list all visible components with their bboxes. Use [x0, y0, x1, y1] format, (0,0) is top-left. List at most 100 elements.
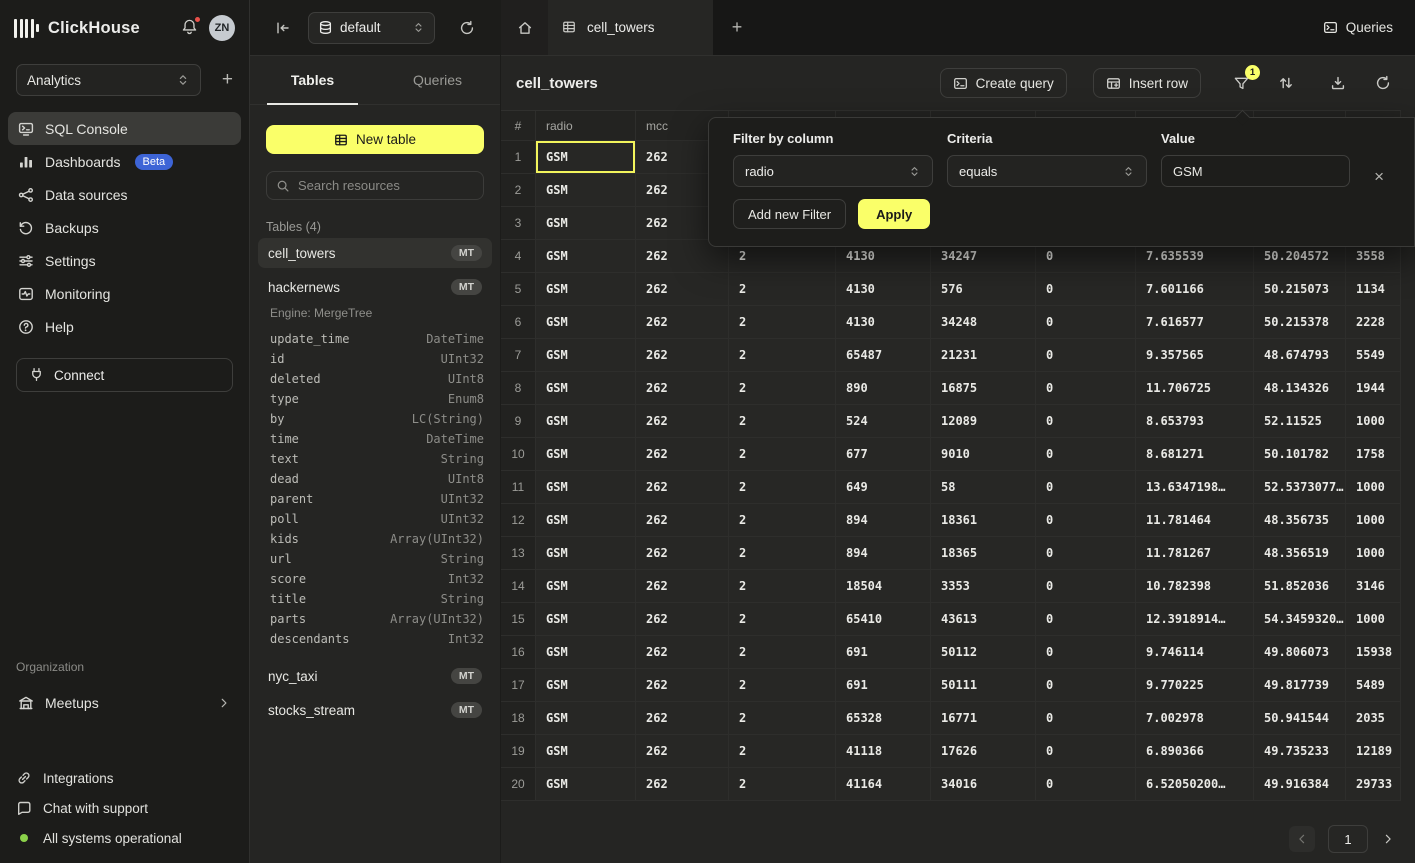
table-item-cell-towers[interactable]: cell_towers MT	[258, 238, 492, 268]
previous-page-button[interactable]	[1289, 826, 1315, 852]
table-cell[interactable]: 2	[729, 537, 836, 570]
table-cell[interactable]: GSM	[536, 537, 636, 570]
table-cell[interactable]: 48.674793	[1254, 339, 1346, 372]
table-cell[interactable]: 11.781267	[1136, 537, 1254, 570]
table-cell[interactable]: 677	[836, 438, 931, 471]
table-cell[interactable]: 1000	[1346, 405, 1401, 438]
table-cell[interactable]: 1000	[1346, 471, 1401, 504]
collapse-sidebar-icon[interactable]	[275, 20, 291, 36]
table-cell[interactable]: 0	[1036, 471, 1136, 504]
table-cell[interactable]: 2	[729, 702, 836, 735]
table-cell[interactable]: 13.6347198…	[1136, 471, 1254, 504]
table-cell[interactable]: 0	[1036, 405, 1136, 438]
table-cell[interactable]: 50.101782	[1254, 438, 1346, 471]
table-cell[interactable]: 0	[1036, 372, 1136, 405]
current-page[interactable]: 1	[1328, 825, 1368, 853]
table-cell[interactable]: 2	[729, 570, 836, 603]
table-cell[interactable]: GSM	[536, 339, 636, 372]
table-cell[interactable]: 649	[836, 471, 931, 504]
table-cell[interactable]: 2	[729, 735, 836, 768]
table-item-nyc-taxi[interactable]: nyc_taxi MT	[258, 661, 492, 691]
new-tab-button[interactable]: +	[713, 0, 761, 55]
table-cell[interactable]: 262	[636, 306, 729, 339]
table-cell[interactable]: 0	[1036, 306, 1136, 339]
table-cell[interactable]: 34016	[931, 768, 1036, 801]
table-cell[interactable]: 9.770225	[1136, 669, 1254, 702]
table-cell[interactable]: GSM	[536, 174, 636, 207]
table-cell[interactable]: 0	[1036, 339, 1136, 372]
table-cell[interactable]: 65328	[836, 702, 931, 735]
sidebar-item-backups[interactable]: Backups	[8, 211, 241, 244]
table-cell[interactable]: 15938	[1346, 636, 1401, 669]
table-cell[interactable]: GSM	[536, 141, 636, 174]
table-cell[interactable]: 4130	[836, 273, 931, 306]
table-cell[interactable]: 0	[1036, 537, 1136, 570]
database-selector[interactable]: default	[308, 12, 435, 44]
tab-tables[interactable]: Tables	[250, 56, 375, 104]
table-cell[interactable]: 262	[636, 702, 729, 735]
workspace-selector[interactable]: Analytics	[16, 64, 201, 96]
table-cell[interactable]: 50111	[931, 669, 1036, 702]
table-cell[interactable]: 0	[1036, 735, 1136, 768]
table-cell[interactable]: 0	[1036, 438, 1136, 471]
table-cell[interactable]: 65487	[836, 339, 931, 372]
table-cell[interactable]: GSM	[536, 669, 636, 702]
table-cell[interactable]: 2035	[1346, 702, 1401, 735]
table-cell[interactable]: 6.52050200…	[1136, 768, 1254, 801]
table-cell[interactable]: GSM	[536, 372, 636, 405]
footer-item-integrations[interactable]: Integrations	[16, 763, 233, 793]
table-cell[interactable]: 12089	[931, 405, 1036, 438]
table-cell[interactable]: 7.002978	[1136, 702, 1254, 735]
search-input[interactable]	[298, 178, 474, 193]
table-cell[interactable]: 12189	[1346, 735, 1401, 768]
table-cell[interactable]: 262	[636, 471, 729, 504]
table-item-hackernews[interactable]: hackernews MT	[258, 272, 492, 302]
table-cell[interactable]: 262	[636, 273, 729, 306]
table-cell[interactable]: GSM	[536, 768, 636, 801]
new-table-button[interactable]: New table	[266, 125, 484, 154]
table-cell[interactable]: 691	[836, 636, 931, 669]
table-cell[interactable]: 49.817739	[1254, 669, 1346, 702]
table-cell[interactable]: 6.890366	[1136, 735, 1254, 768]
refresh-icon[interactable]	[459, 20, 475, 36]
table-cell[interactable]: 262	[636, 438, 729, 471]
table-cell[interactable]: 1944	[1346, 372, 1401, 405]
table-cell[interactable]: 262	[636, 372, 729, 405]
tab-cell-towers[interactable]: cell_towers	[548, 0, 713, 55]
table-cell[interactable]: 262	[636, 669, 729, 702]
table-cell[interactable]: 18365	[931, 537, 1036, 570]
table-cell[interactable]: 0	[1036, 768, 1136, 801]
table-cell[interactable]: 262	[636, 339, 729, 372]
table-cell[interactable]: 2	[729, 768, 836, 801]
table-cell[interactable]: GSM	[536, 240, 636, 273]
table-cell[interactable]: 2	[729, 636, 836, 669]
table-cell[interactable]: GSM	[536, 273, 636, 306]
sidebar-item-data-sources[interactable]: Data sources	[8, 178, 241, 211]
table-cell[interactable]: 8.681271	[1136, 438, 1254, 471]
table-cell[interactable]: 576	[931, 273, 1036, 306]
sidebar-item-monitoring[interactable]: Monitoring	[8, 277, 241, 310]
table-cell[interactable]: 2	[729, 306, 836, 339]
insert-row-button[interactable]: Insert row	[1093, 68, 1201, 98]
table-cell[interactable]: 2228	[1346, 306, 1401, 339]
table-cell[interactable]: 0	[1036, 273, 1136, 306]
table-cell[interactable]: 16875	[931, 372, 1036, 405]
table-cell[interactable]: 1134	[1346, 273, 1401, 306]
table-cell[interactable]: 262	[636, 768, 729, 801]
table-cell[interactable]: GSM	[536, 306, 636, 339]
add-filter-button[interactable]: Add new Filter	[733, 199, 846, 229]
apply-filter-button[interactable]: Apply	[858, 199, 930, 229]
table-cell[interactable]: 43613	[931, 603, 1036, 636]
table-cell[interactable]: 262	[636, 405, 729, 438]
table-cell[interactable]: 50.941544	[1254, 702, 1346, 735]
connect-button[interactable]: Connect	[16, 358, 233, 392]
add-workspace-button[interactable]: +	[222, 69, 233, 91]
next-page-button[interactable]	[1381, 832, 1395, 846]
table-cell[interactable]: 524	[836, 405, 931, 438]
table-cell[interactable]: 2	[729, 603, 836, 636]
sidebar-item-dashboards[interactable]: Dashboards Beta	[8, 145, 241, 178]
table-cell[interactable]: 7.601166	[1136, 273, 1254, 306]
table-cell[interactable]: 2	[729, 372, 836, 405]
table-cell[interactable]: 0	[1036, 504, 1136, 537]
table-cell[interactable]: 8.653793	[1136, 405, 1254, 438]
